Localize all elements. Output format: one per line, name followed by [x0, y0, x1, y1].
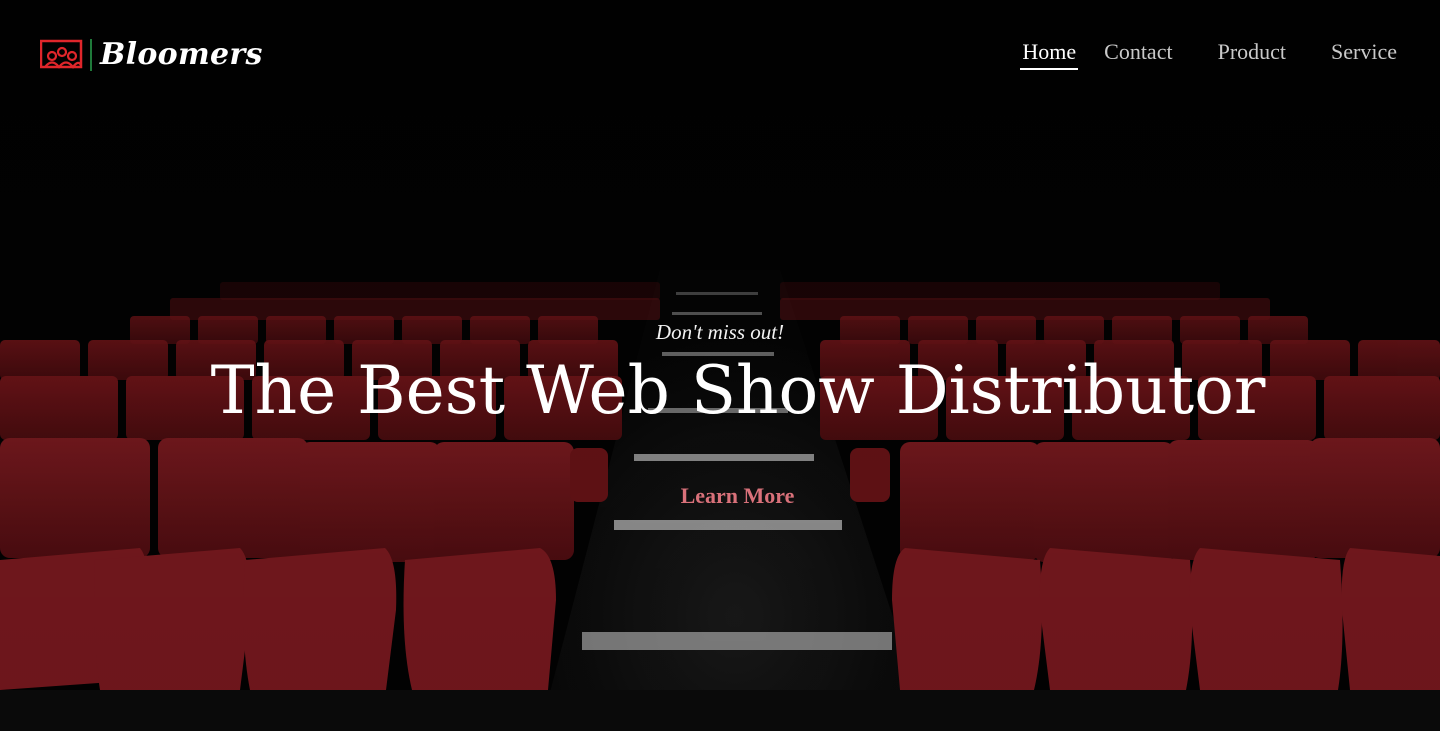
nav-product[interactable]: Product: [1216, 38, 1288, 68]
hero-section: Bloomers Home Contact Product Service Do…: [0, 0, 1440, 731]
logo-divider: [90, 39, 92, 71]
brand-logo[interactable]: Bloomers: [40, 37, 263, 73]
hero-headline: The Best Web Show Distributor: [210, 352, 1266, 429]
main-nav: Home Contact Product Service: [996, 38, 1399, 70]
nav-service[interactable]: Service: [1329, 38, 1399, 68]
nav-home[interactable]: Home: [1020, 38, 1079, 70]
brand-name: Bloomers: [100, 37, 263, 72]
hero-tagline: Don't miss out!: [655, 320, 785, 344]
nav-contact[interactable]: Contact: [1102, 38, 1174, 68]
audience-icon: [40, 39, 83, 69]
learn-more-button[interactable]: Learn More: [0, 481, 1440, 511]
